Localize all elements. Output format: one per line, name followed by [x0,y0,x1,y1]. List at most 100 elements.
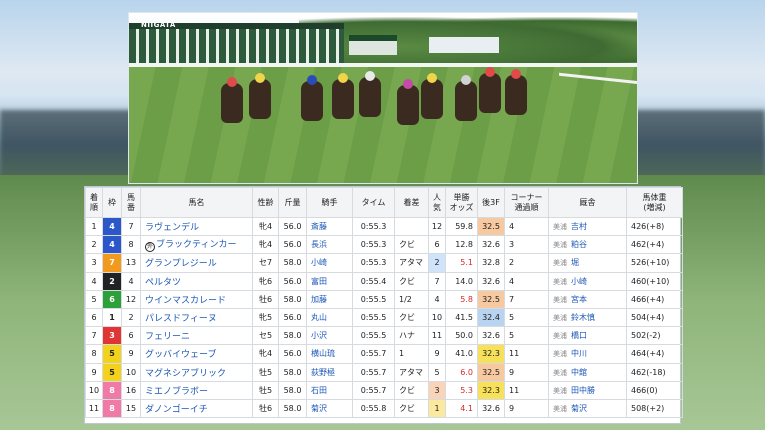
jockey-link[interactable]: 長浜 [311,240,327,249]
jockey-link[interactable]: 斎藤 [311,222,327,231]
trainer-cell[interactable]: 美浦 中川 [548,344,627,364]
trainer-cell[interactable]: 美浦 粕谷 [548,235,627,255]
jockey-cell[interactable]: 菊沢 [306,398,353,419]
trainer-cell[interactable]: 美浦 小崎 [548,271,627,291]
jockey-link[interactable]: 富田 [311,277,327,286]
horse-name-link[interactable]: ラヴェンデル [145,223,199,233]
trainer-link[interactable]: 吉村 [571,222,587,231]
header-odds: 単勝 オッズ [445,187,478,218]
waku-cell: 3 [102,326,122,346]
margin-cell: アタマ [394,253,429,273]
jockey-link[interactable]: 荻野極 [311,368,335,377]
popularity-cell: 5 [428,362,446,382]
trainer-link[interactable]: 中川 [571,349,587,358]
header-weight: 斤量 [278,187,307,218]
trainer-link[interactable]: 宮本 [571,295,587,304]
jockey-figure [307,75,317,85]
jockey-figure [227,77,237,87]
trainer-cell[interactable]: 美浦 田中勝 [548,380,627,400]
trainer-link[interactable]: 田中勝 [571,386,595,395]
horse-name-cell[interactable]: パレスドフィーヌ [140,307,253,328]
horse-name-link[interactable]: ウインマスカレード [145,296,226,306]
popularity-cell: 9 [428,344,446,364]
horse-name-link[interactable]: グランプレジール [145,259,217,269]
trainer-link[interactable]: 中舘 [571,368,587,377]
jockey-link[interactable]: 横山琉 [311,349,335,358]
jockey-link[interactable]: 菊沢 [311,404,327,413]
rank-cell: 5 [85,289,103,309]
trainer-link[interactable]: 粕谷 [571,240,587,249]
trainer-cell[interactable]: 美浦堀 [548,253,627,273]
horse-name-cell[interactable]: ラヴェンデル [140,216,253,237]
odds-cell: 5.8 [445,289,478,309]
margin-cell: クビ [394,380,429,400]
horse-name-link[interactable]: ミエノブラボー [145,387,208,397]
time-cell: 0:55.5 [352,289,395,309]
horse-name-cell[interactable]: 外ブラックティンカー [140,235,253,255]
jockey-cell[interactable]: 横山琉 [306,344,353,364]
corner-cell: 11 [504,380,549,400]
horse-name-link[interactable]: パレスドフィーヌ [145,314,217,324]
weight-cell: 56.0 [278,271,307,291]
horse-name-link[interactable]: ペルタツ [145,278,181,288]
horse-name-cell[interactable]: グランプレジール [140,253,253,273]
jockey-link[interactable]: 加藤 [311,295,327,304]
rank-cell: 2 [85,235,103,255]
horse-name-cell[interactable]: ウインマスカレード [140,289,253,309]
horse-name-cell[interactable]: グッバイウェーブ [140,344,253,364]
corner-cell: 4 [504,271,549,291]
horse-name-link[interactable]: ブラックティンカー [156,240,236,250]
trainer-cell[interactable]: 美浦 鈴木慎 [548,307,627,328]
trainer-cell[interactable]: 美浦 吉村 [548,216,627,237]
trainer-cell[interactable]: 美浦 菊沢 [548,398,627,419]
horse-name-cell[interactable]: ダノンゴーイチ [140,398,253,419]
jockey-link[interactable]: 丸山 [311,313,327,322]
time-cell: 0:55.3 [352,235,395,255]
trainer-cell[interactable]: 美浦 宮本 [548,289,627,309]
horse-name-cell[interactable]: ミエノブラボー [140,380,253,400]
horse-name-cell[interactable]: ペルタツ [140,271,253,291]
popularity-cell: 12 [428,216,446,237]
waku-cell: 5 [102,344,122,364]
jockey-cell[interactable]: 石田 [306,380,353,400]
jockey-cell[interactable]: 長浜 [306,235,353,255]
weight-cell: 56.0 [278,216,307,237]
sex-age-cell: セ7 [252,253,279,273]
trainer-link[interactable]: 橋口 [571,331,587,340]
jockey-cell[interactable]: 小崎 [306,253,353,273]
jockey-link[interactable]: 小沢 [311,331,327,340]
margin-cell: クビ [394,398,429,419]
number-cell: 2 [121,307,141,328]
race-video-frame[interactable]: NIIGATA [128,12,638,184]
horse-name-link[interactable]: ダノンゴーイチ [145,405,208,415]
jockey-cell[interactable]: 加藤 [306,289,353,309]
jockey-cell[interactable]: 丸山 [306,307,353,328]
horse-name-cell[interactable]: マグネシアブリック [140,362,253,382]
odds-cell: 5.1 [445,253,478,273]
header-time: タイム [352,187,395,218]
jockey-cell[interactable]: 斎藤 [306,216,353,237]
horse-name-link[interactable]: グッバイウェーブ [145,350,216,360]
trainer-link[interactable]: 鈴木慎 [571,313,595,322]
popularity-cell: 7 [428,271,446,291]
sex-age-cell: 牝6 [252,271,279,291]
jockey-link[interactable]: 石田 [311,386,327,395]
horse-figure [301,81,323,121]
trainer-link[interactable]: 菊沢 [571,404,587,413]
header-jockey: 騎手 [306,187,353,218]
table-row: 11 8 15 ダノンゴーイチ 牡6 58.0 菊沢 0:55.8 クビ 1 4.1 32.6 9 美浦菊… [85,398,683,419]
trainer-link[interactable]: 小崎 [571,277,587,286]
rank-cell: 7 [85,326,103,346]
body-weight-cell: 464(+4) [626,344,683,364]
jockey-link[interactable]: 小崎 [311,258,327,267]
horse-name-link[interactable]: マグネシアブリック [145,369,226,379]
trainer-cell[interactable]: 美浦 橋口 [548,326,627,346]
horse-name-cell[interactable]: フェリーニ [140,326,253,346]
trainer-cell[interactable]: 美浦 中舘 [548,362,627,382]
starting-gate [129,23,344,67]
jockey-cell[interactable]: 富田 [306,271,353,291]
jockey-cell[interactable]: 荻野極 [306,362,353,382]
trainer-link[interactable]: 堀 [571,258,579,267]
horse-name-link[interactable]: フェリーニ [145,332,190,342]
jockey-cell[interactable]: 小沢 [306,326,353,346]
